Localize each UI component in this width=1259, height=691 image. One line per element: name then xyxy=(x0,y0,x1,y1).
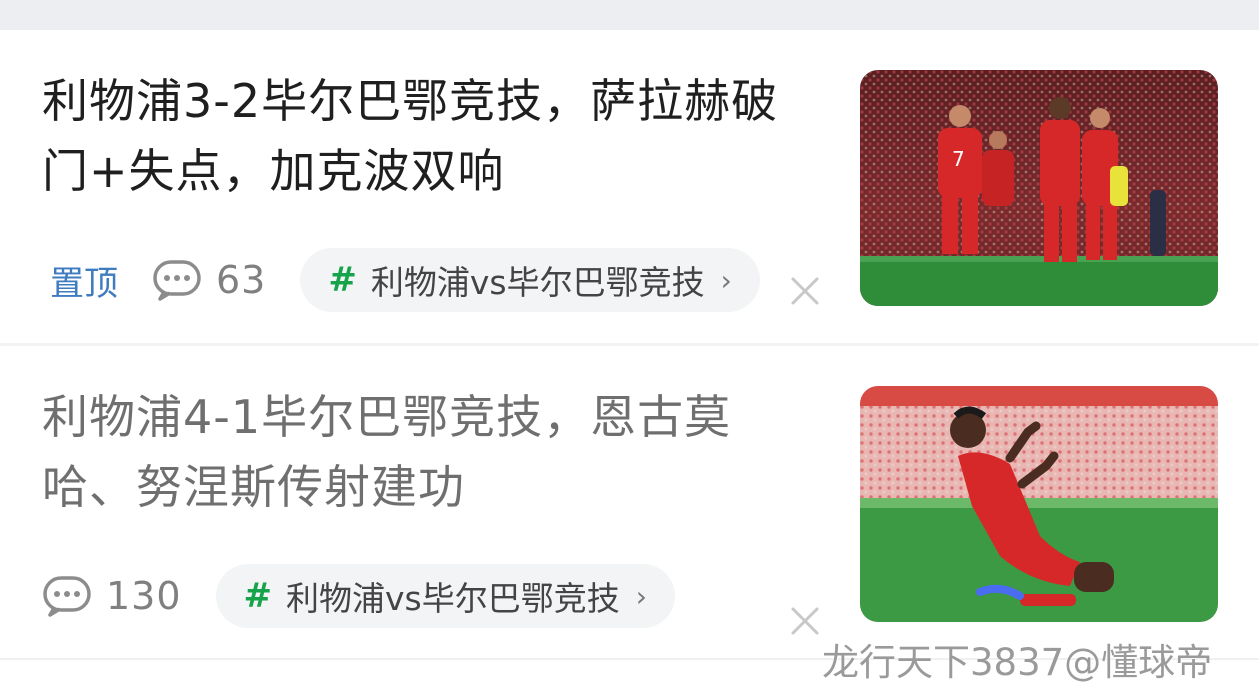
topic-label: 利物浦vs毕尔巴鄂竞技 xyxy=(286,579,620,618)
close-icon[interactable] xyxy=(788,274,822,308)
topic-label: 利物浦vs毕尔巴鄂竞技 xyxy=(370,263,705,302)
top-separator xyxy=(0,0,1259,30)
watermark: 龙行天下3837@懂球帝 xyxy=(822,641,1213,684)
news-card[interactable]: 利物浦3-2毕尔巴鄂竞技，萨拉赫破门+失点，加克波双响 置顶 63 # 利物浦v… xyxy=(0,30,1259,343)
news-title[interactable]: 利物浦4-1毕尔巴鄂竞技，恩古莫哈、努涅斯传射建功 xyxy=(42,382,822,522)
topic-chip[interactable]: # 利物浦vs毕尔巴鄂竞技 › xyxy=(215,564,675,628)
news-meta: 130 # 利物浦vs毕尔巴鄂竞技 › xyxy=(42,564,675,628)
comment-bubble-icon[interactable] xyxy=(42,575,92,617)
hash-icon: # xyxy=(328,260,357,300)
news-card[interactable]: 利物浦4-1毕尔巴鄂竞技，恩古莫哈、努涅斯传射建功 130 # 利物浦vs毕尔巴… xyxy=(0,346,1259,658)
pinned-label: 置顶 xyxy=(50,263,118,304)
chevron-right-icon: › xyxy=(720,263,732,297)
comment-bubble-icon[interactable] xyxy=(152,259,202,301)
news-title[interactable]: 利物浦3-2毕尔巴鄂竞技，萨拉赫破门+失点，加克波双响 xyxy=(42,66,822,206)
news-thumbnail-image[interactable]: 7 xyxy=(860,70,1218,306)
svg-text:7: 7 xyxy=(952,147,965,171)
comment-count[interactable]: 63 xyxy=(216,258,266,302)
news-meta: 置顶 63 # 利物浦vs毕尔巴鄂竞技 › xyxy=(42,248,760,312)
news-thumbnail-image[interactable] xyxy=(860,386,1218,622)
close-icon[interactable] xyxy=(788,604,822,638)
hash-icon: # xyxy=(243,576,273,616)
chevron-right-icon: › xyxy=(635,579,647,613)
topic-chip[interactable]: # 利物浦vs毕尔巴鄂竞技 › xyxy=(300,248,760,312)
comment-count[interactable]: 130 xyxy=(106,574,182,618)
news-feed: 利物浦3-2毕尔巴鄂竞技，萨拉赫破门+失点，加克波双响 置顶 63 # 利物浦v… xyxy=(0,0,1259,691)
